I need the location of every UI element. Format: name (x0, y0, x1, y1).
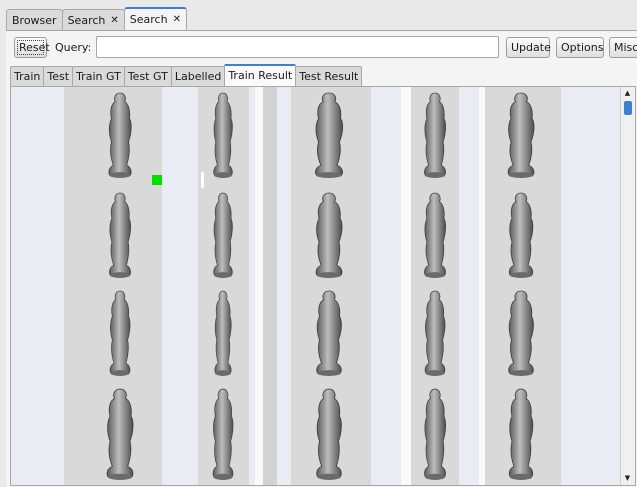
statue-thumbnail[interactable] (417, 387, 453, 481)
statue-thumbnail[interactable] (418, 289, 452, 377)
statue-thumbnail[interactable] (307, 191, 351, 279)
statue-thumbnail[interactable] (207, 191, 239, 279)
statue-thumbnail[interactable] (308, 387, 350, 481)
options-button[interactable]: Options (556, 37, 604, 58)
statue-thumbnail[interactable] (417, 191, 453, 279)
tab-label: Browser (12, 13, 57, 27)
column-divider (255, 87, 263, 485)
result-tab-bar: Train Test Train GT Test GT Labelled Tra… (10, 64, 363, 86)
statue-thumbnail[interactable] (98, 387, 142, 481)
subtab-train-gt[interactable]: Train GT (72, 66, 125, 86)
tab-search-1[interactable]: Search ✕ (61, 9, 125, 31)
statue-thumbnail[interactable] (207, 91, 239, 179)
scroll-down-icon[interactable]: ▼ (622, 473, 633, 484)
close-icon[interactable]: ✕ (173, 9, 181, 30)
scroll-up-icon[interactable]: ▲ (622, 88, 633, 99)
subtab-test-gt[interactable]: Test GT (123, 66, 172, 86)
statue-thumbnail[interactable] (501, 387, 541, 481)
statue-thumbnail[interactable] (417, 91, 453, 179)
subtab-train-result[interactable]: Train Result (224, 64, 297, 86)
tab-browser[interactable]: Browser (6, 9, 63, 30)
statue-thumbnail[interactable] (500, 289, 542, 377)
search-window: Browser Search ✕ Search ✕ Reset Query: U… (0, 0, 637, 487)
statue-thumbnail[interactable] (209, 289, 237, 377)
results-grid[interactable]: ▲ ▼ (10, 86, 636, 486)
statue-thumbnail[interactable] (308, 289, 350, 377)
query-input[interactable] (96, 36, 499, 58)
scroll-thumb[interactable] (624, 101, 632, 115)
misc-button[interactable]: Misc (609, 37, 637, 58)
tab-label: Search (67, 13, 106, 27)
statue-thumbnail[interactable] (501, 191, 541, 279)
statue-thumbnail[interactable] (206, 387, 240, 481)
close-icon[interactable]: ✕ (110, 10, 118, 31)
subtab-train[interactable]: Train (10, 66, 45, 86)
tab-search-2[interactable]: Search ✕ (123, 7, 187, 30)
update-button[interactable]: Update (506, 37, 551, 58)
query-toolbar: Reset Query: Update Options Misc (12, 36, 637, 59)
statue-thumbnail[interactable] (499, 91, 543, 179)
search-panel: Reset Query: Update Options Misc Train T… (6, 30, 637, 487)
result-column-edge (263, 87, 277, 485)
subtab-labelled[interactable]: Labelled (170, 66, 226, 86)
vertical-scrollbar[interactable]: ▲ ▼ (620, 87, 635, 485)
separator-mark (201, 172, 204, 188)
statue-thumbnail[interactable] (306, 91, 352, 179)
statue-thumbnail[interactable] (103, 289, 137, 377)
statue-thumbnail[interactable] (102, 191, 138, 279)
query-label: Query: (55, 41, 92, 54)
reset-button[interactable]: Reset (14, 37, 50, 58)
main-tab-bar: Browser Search ✕ Search ✕ (6, 7, 187, 31)
statue-thumbnail[interactable] (101, 91, 139, 179)
subtab-test[interactable]: Test (43, 66, 74, 86)
tab-label: Search (129, 13, 168, 26)
selection-marker[interactable] (152, 175, 162, 185)
column-divider (401, 87, 411, 485)
subtab-test-result[interactable]: Test Result (295, 66, 363, 86)
